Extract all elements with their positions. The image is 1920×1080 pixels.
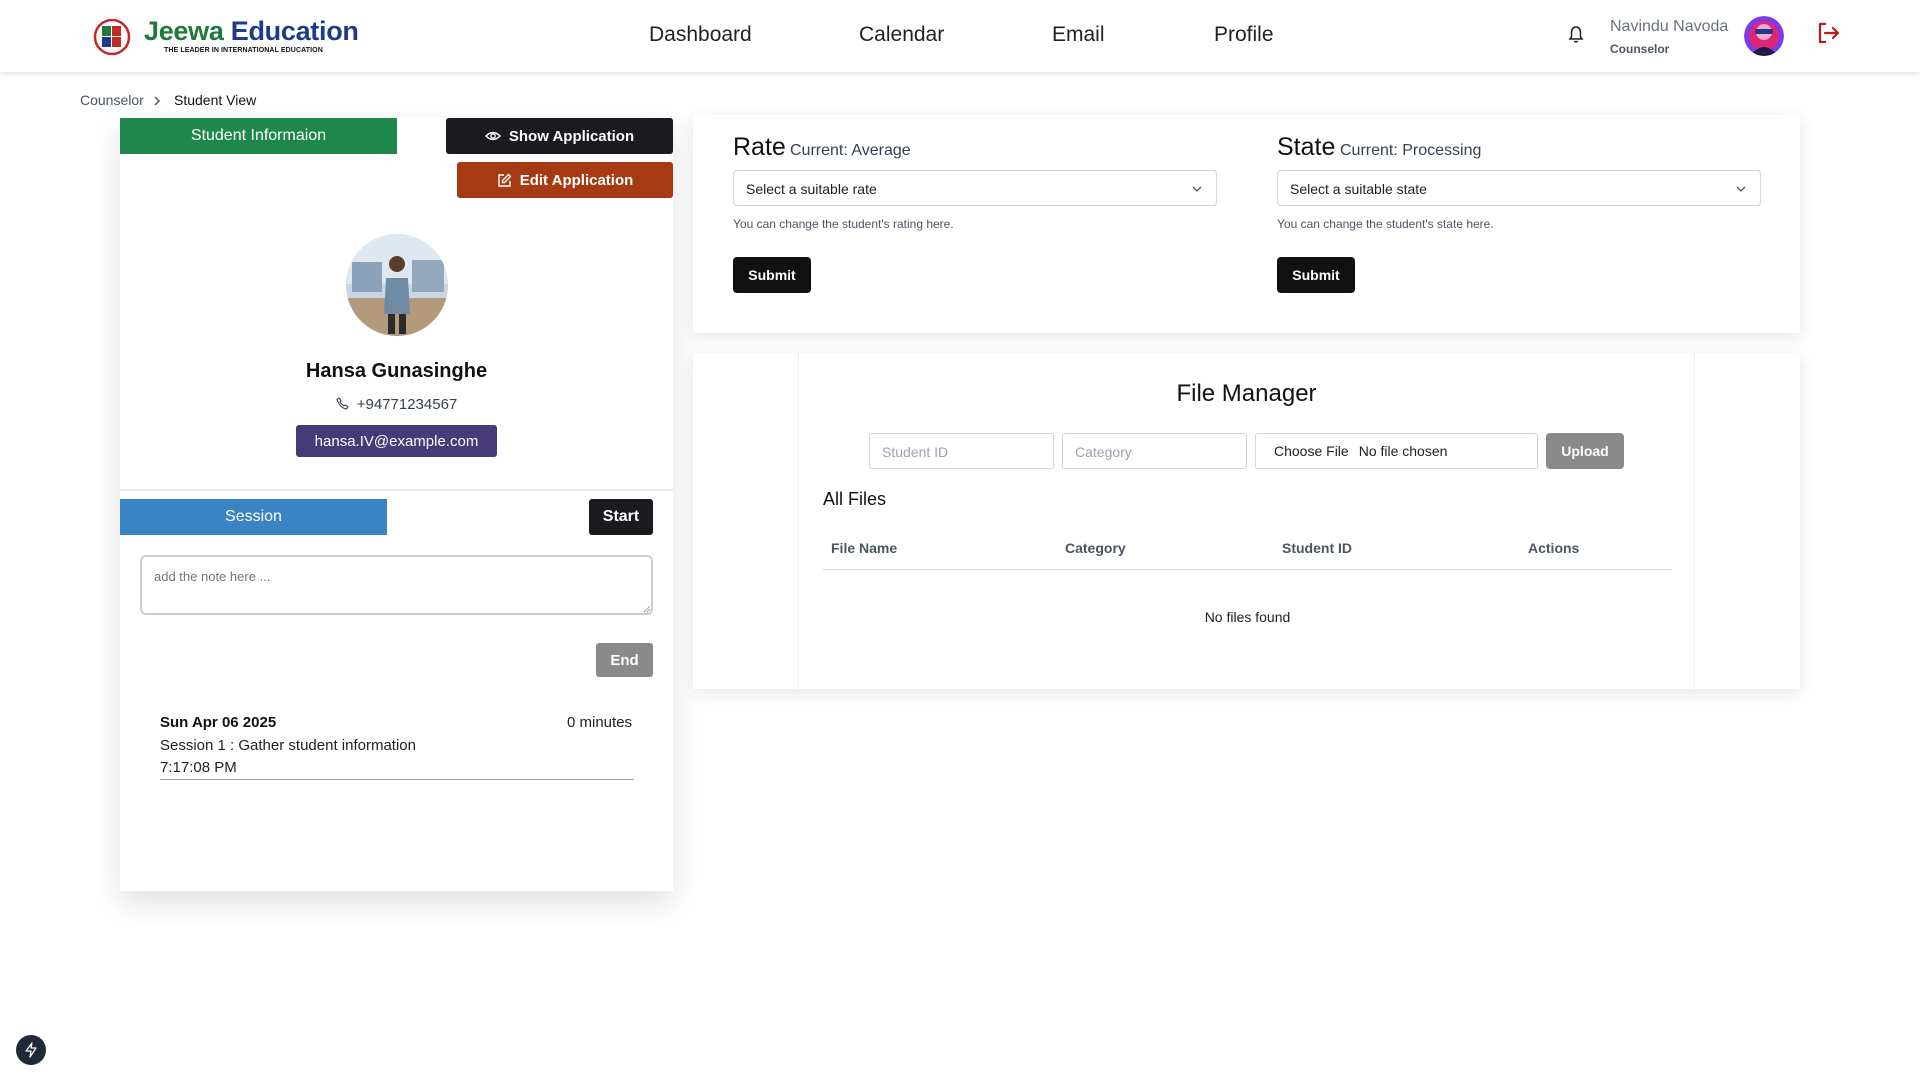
rate-submit-button[interactable]: Submit [733,257,811,293]
logo-tagline: THE LEADER IN INTERNATIONAL EDUCATION [164,47,323,54]
nav-email[interactable]: Email [1052,23,1105,47]
table-header-divider [823,569,1672,570]
column-header-student-id: Student ID [1282,540,1352,556]
state-submit-button[interactable]: Submit [1277,257,1355,293]
logo-brand-main: Jeewa [144,16,224,46]
rate-current: Current: Average [790,142,911,159]
user-name: Navindu Navoda [1610,18,1729,35]
logo-title: Jeewa Education [144,16,359,47]
session-tab[interactable]: Session [120,499,387,535]
chevron-down-icon [1192,186,1202,192]
eye-icon [484,131,501,141]
state-hint: You can change the student's state here. [1277,217,1494,231]
student-photo-image [346,234,448,336]
session-description: Session 1 : Gather student information [160,737,416,754]
nav-dashboard[interactable]: Dashboard [649,23,752,47]
rate-select-value: Select a suitable rate [746,181,877,197]
student-id-input[interactable]: Student ID [869,433,1054,469]
resize-handle-icon[interactable] [642,604,651,613]
student-phone: +94771234567 [356,396,458,413]
show-application-button[interactable]: Show Application [446,118,673,154]
end-session-button[interactable]: End [596,643,653,677]
breadcrumb-current: Student View [174,92,257,108]
column-header-actions: Actions [1528,540,1580,556]
session-duration: 0 minutes [567,714,633,731]
student-email-badge[interactable]: hansa.IV@example.com [296,425,497,457]
edit-application-label: Edit Application [519,171,634,189]
start-session-button[interactable]: Start [589,499,653,535]
upload-button[interactable]: Upload [1546,433,1624,469]
phone-icon [336,397,349,410]
breadcrumb-parent[interactable]: Counselor [80,92,144,108]
rate-label: Rate [733,133,786,161]
file-chooser[interactable]: Choose File No file chosen [1255,433,1538,469]
state-select-value: Select a suitable state [1290,181,1427,197]
student-phone-row: +94771234567 [120,396,673,413]
session-entry-divider [160,779,634,780]
top-navbar: Jeewa Education THE LEADER IN INTERNATIO… [0,0,1920,72]
bell-icon[interactable] [1568,25,1584,45]
session-time: 7:17:08 PM [160,759,237,776]
quick-action-button[interactable] [16,1035,46,1065]
rate-hint: You can change the student's rating here… [733,217,954,231]
state-select[interactable]: Select a suitable state [1277,170,1761,206]
edit-icon [497,173,512,187]
student-name: Hansa Gunasinghe [305,360,488,382]
chevron-right-icon [154,96,161,106]
session-date: Sun Apr 06 2025 [160,714,277,731]
no-file-chosen-text: No file chosen [1358,443,1448,459]
section-divider [120,489,673,491]
logo-mark-icon [93,18,131,56]
student-photo [346,234,448,336]
state-label: State [1277,133,1336,161]
state-current: Current: Processing [1340,142,1482,159]
category-input[interactable]: Category [1062,433,1247,469]
empty-files-message: No files found [1204,609,1291,625]
app-logo[interactable]: Jeewa Education THE LEADER IN INTERNATIO… [88,14,359,58]
logo-brand-accent: Education [230,16,359,46]
file-manager-title: File Manager [1176,380,1317,407]
nav-calendar[interactable]: Calendar [859,23,944,47]
user-avatar-image [1744,16,1784,56]
student-information-tab[interactable]: Student Informaion [120,118,397,154]
chevron-down-icon [1736,186,1746,192]
user-avatar[interactable] [1744,16,1784,56]
nav-profile[interactable]: Profile [1214,23,1274,47]
column-header-file-name: File Name [831,540,898,556]
column-header-category: Category [1065,540,1126,556]
user-role: Counselor [1610,42,1670,56]
logout-icon[interactable] [1816,20,1842,46]
all-files-heading: All Files [823,489,887,509]
session-note-input[interactable] [140,555,653,615]
rate-select[interactable]: Select a suitable rate [733,170,1217,206]
show-application-label: Show Application [508,127,635,145]
choose-file-button[interactable]: Choose File [1274,443,1349,459]
lightning-icon [25,1042,37,1058]
edit-application-button[interactable]: Edit Application [457,162,673,198]
